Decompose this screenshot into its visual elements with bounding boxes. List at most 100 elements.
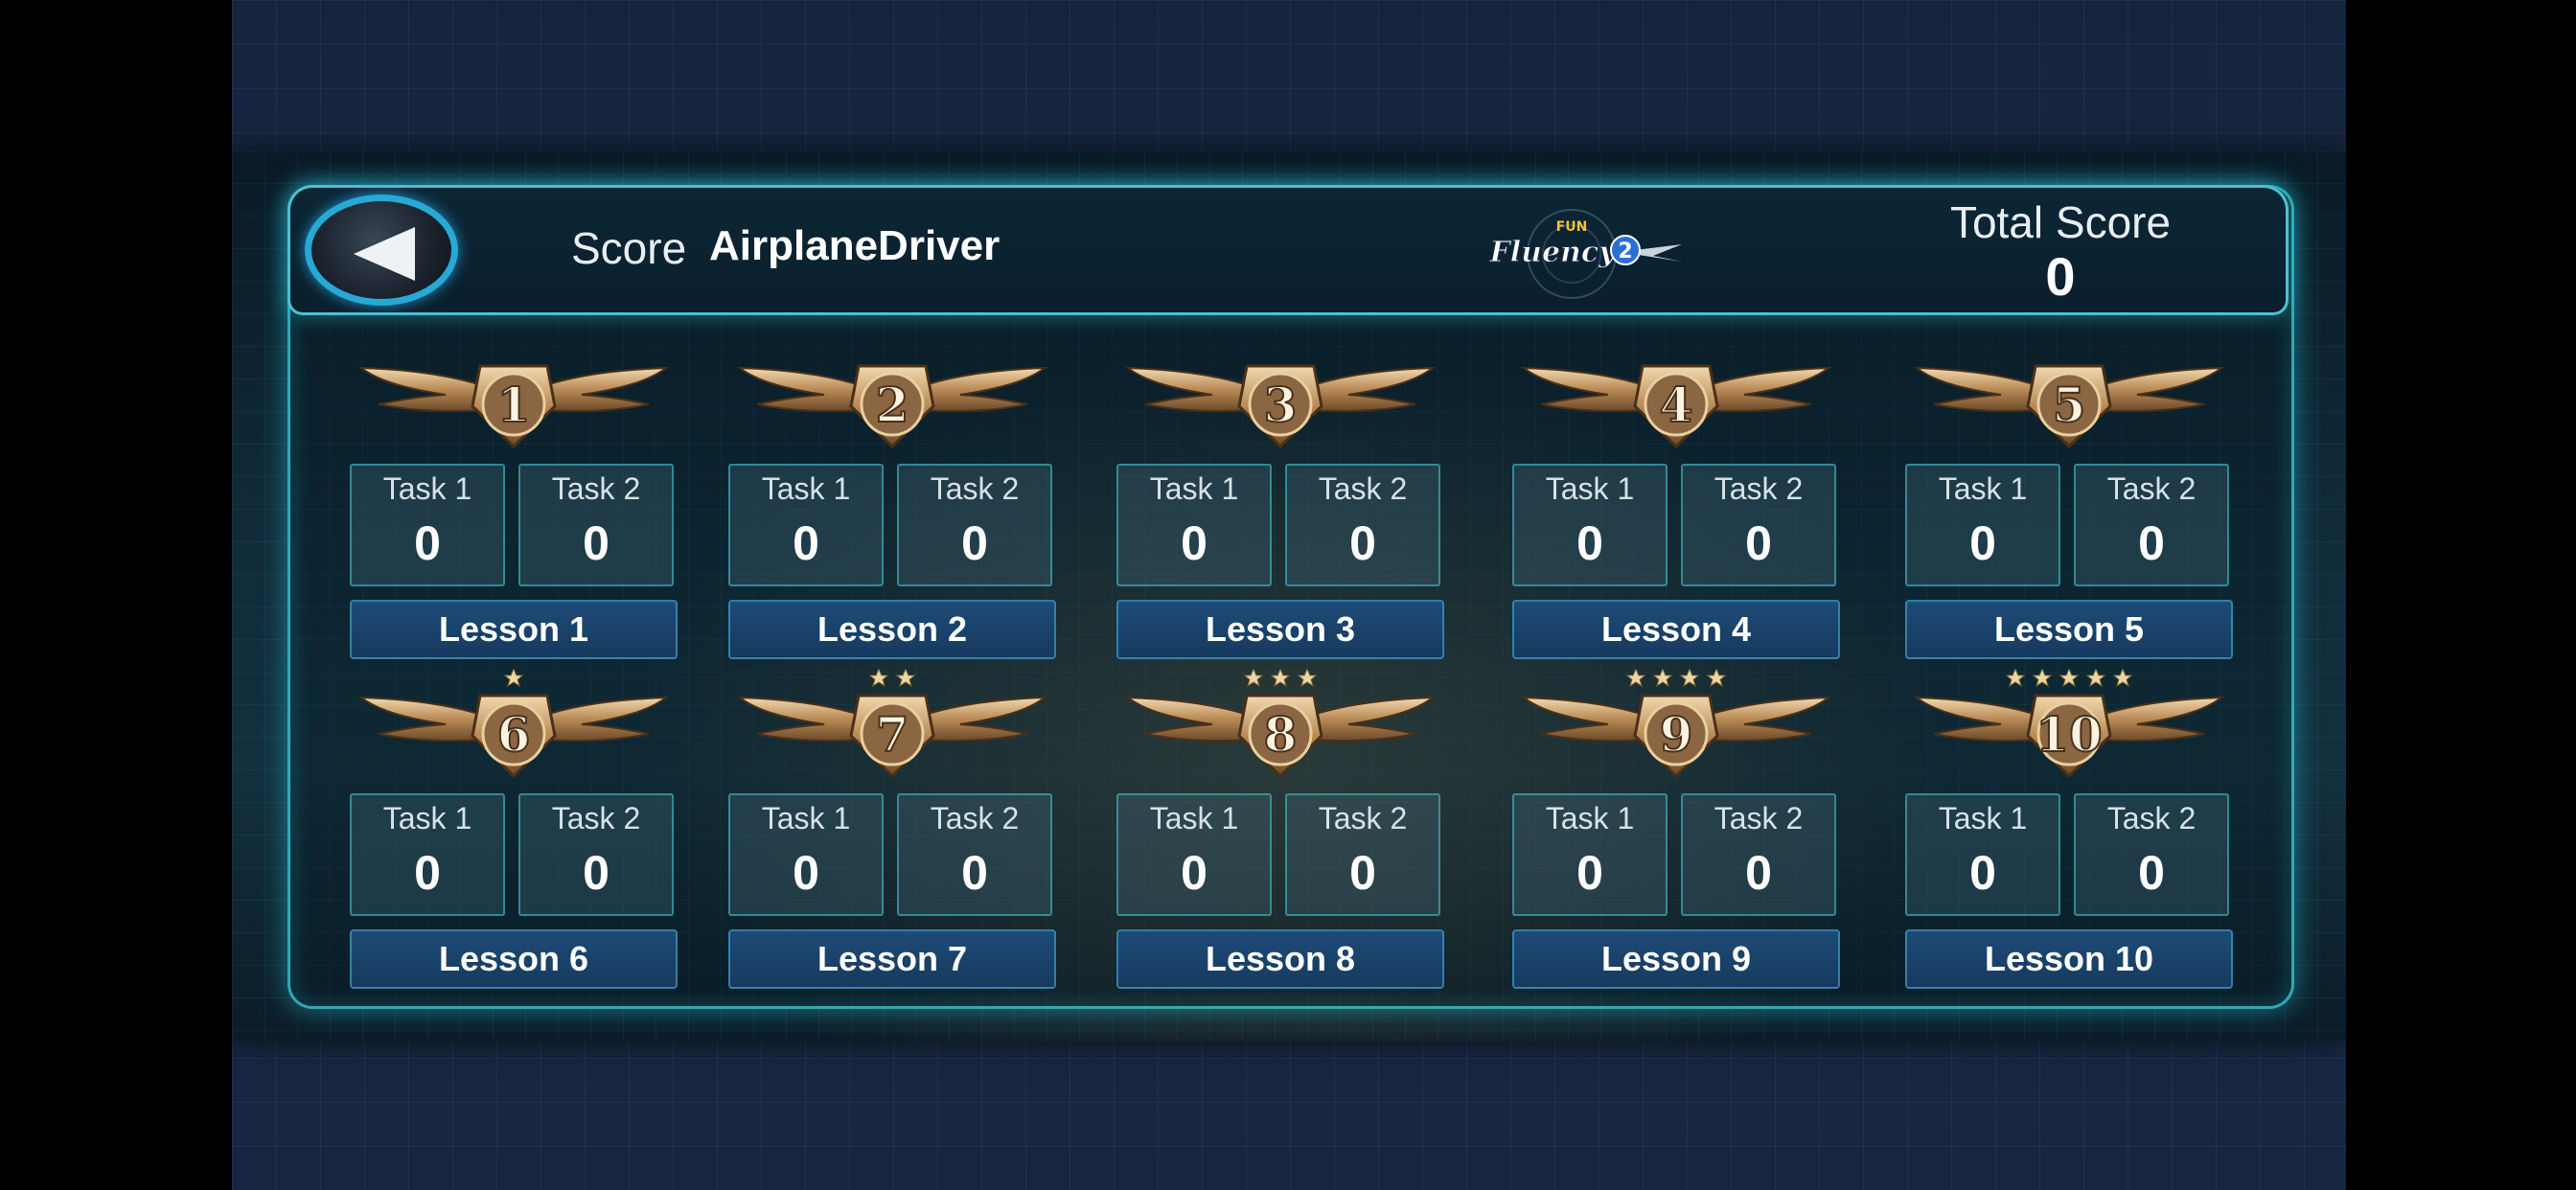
task-1-score-box: Task 1 0 <box>728 793 884 916</box>
winged-rank-badge-icon: 8 <box>1124 669 1437 779</box>
lesson-card[interactable]: 6 Task 1 0 Task 2 0 Lesson 6 <box>350 669 678 989</box>
task-1-score: 0 <box>793 846 819 900</box>
task-2-score: 0 <box>2138 516 2165 570</box>
lesson-button[interactable]: Lesson 8 <box>1116 929 1444 989</box>
badge-number: 6 <box>497 706 531 763</box>
task-1-label: Task 1 <box>1938 801 2028 835</box>
task-1-label: Task 1 <box>1149 801 1239 835</box>
lesson-button[interactable]: Lesson 7 <box>728 929 1056 989</box>
task-2-label: Task 2 <box>930 471 1020 506</box>
task-2-score-box: Task 2 0 <box>1285 793 1440 916</box>
lesson-card[interactable]: 5 Task 1 0 Task 2 0 Lesson 5 <box>1905 339 2233 659</box>
total-score-label: Total Score <box>1949 197 2172 247</box>
task-1-label: Task 1 <box>1938 471 2028 506</box>
task-1-score-box: Task 1 0 <box>1512 793 1668 916</box>
lesson-button[interactable]: Lesson 1 <box>350 600 678 659</box>
lesson-button[interactable]: Lesson 2 <box>728 600 1056 659</box>
task-2-label: Task 2 <box>1714 471 1804 506</box>
task-2-label: Task 2 <box>551 471 641 506</box>
lesson-button[interactable]: Lesson 5 <box>1905 600 2233 659</box>
task-1-score: 0 <box>1181 846 1208 900</box>
star-icon <box>2005 669 2026 688</box>
task-1-score: 0 <box>1969 846 1996 900</box>
task-1-score: 0 <box>414 846 441 900</box>
lesson-card[interactable]: 1 Task 1 0 Task 2 0 Lesson 1 <box>350 339 678 659</box>
task-2-label: Task 2 <box>1714 801 1804 835</box>
badge-number: 7 <box>876 706 909 763</box>
badge-number: 5 <box>2053 377 2086 433</box>
lesson-button[interactable]: Lesson 4 <box>1512 600 1840 659</box>
lesson-card[interactable]: 9 Task 1 0 Task 2 0 Lesson 9 <box>1512 669 1840 989</box>
task-2-score-box: Task 2 0 <box>897 793 1052 916</box>
logo-fluency-text: Fluency <box>1488 236 1618 269</box>
total-score-value: 0 <box>2045 246 2076 307</box>
star-icon <box>1652 669 1673 688</box>
task-2-score: 0 <box>1349 516 1376 570</box>
star-icon <box>2085 669 2106 688</box>
logo-number: 2 <box>1618 240 1632 263</box>
lesson-card[interactable]: 2 Task 1 0 Task 2 0 Lesson 2 <box>728 339 1056 659</box>
task-2-score-box: Task 2 0 <box>1681 464 1836 586</box>
back-button[interactable] <box>305 195 458 306</box>
task-2-score-box: Task 2 0 <box>1285 464 1440 586</box>
lesson-card[interactable]: 7 Task 1 0 Task 2 0 Lesson 7 <box>728 669 1056 989</box>
task-1-label: Task 1 <box>1149 471 1239 506</box>
lesson-card[interactable]: 10 Task 1 0 Task 2 0 Lesson 10 <box>1905 669 2233 989</box>
lesson-button[interactable]: Lesson 3 <box>1116 600 1444 659</box>
back-arrow-icon <box>354 227 415 281</box>
star-icon <box>868 669 889 688</box>
badge-number: 2 <box>876 377 909 433</box>
logo-fun-text: FUN <box>1556 219 1588 235</box>
lesson-button[interactable]: Lesson 10 <box>1905 929 2233 989</box>
task-1-label: Task 1 <box>1545 471 1635 506</box>
task-2-score-box: Task 2 0 <box>518 793 674 916</box>
task-2-score-box: Task 2 0 <box>2074 464 2229 586</box>
lesson-card[interactable]: 4 Task 1 0 Task 2 0 Lesson 4 <box>1512 339 1840 659</box>
badge-number: 1 <box>497 377 531 433</box>
winged-rank-badge-icon: 6 <box>357 669 670 779</box>
star-icon <box>895 669 916 688</box>
task-1-label: Task 1 <box>1545 801 1635 835</box>
badge-number: 10 <box>2036 706 2103 763</box>
task-2-label: Task 2 <box>551 801 641 835</box>
star-icon <box>2058 669 2080 688</box>
task-2-label: Task 2 <box>1318 801 1408 835</box>
task-1-score: 0 <box>414 516 441 570</box>
task-1-score-box: Task 1 0 <box>728 464 884 586</box>
task-2-label: Task 2 <box>2106 801 2196 835</box>
star-icon <box>2112 669 2133 688</box>
winged-rank-badge-icon: 5 <box>1913 364 2225 449</box>
lesson-button[interactable]: Lesson 6 <box>350 929 678 989</box>
winged-rank-badge-icon: 3 <box>1124 364 1437 449</box>
star-icon <box>2032 669 2053 688</box>
score-label: Score <box>571 223 687 273</box>
task-2-score: 0 <box>961 516 988 570</box>
task-1-score: 0 <box>1576 846 1603 900</box>
task-1-label: Task 1 <box>761 801 851 835</box>
winged-rank-badge-icon: 10 <box>1913 669 2225 779</box>
task-1-score-box: Task 1 0 <box>350 464 505 586</box>
task-2-score-box: Task 2 0 <box>2074 793 2229 916</box>
task-1-label: Task 1 <box>761 471 851 506</box>
task-1-score-box: Task 1 0 <box>1116 464 1272 586</box>
task-2-score: 0 <box>1745 516 1772 570</box>
badge-number: 8 <box>1264 706 1298 763</box>
star-icon <box>1679 669 1700 688</box>
star-icon <box>1625 669 1646 688</box>
task-1-score-box: Task 1 0 <box>1905 464 2060 586</box>
task-2-score: 0 <box>2138 846 2165 900</box>
lesson-button[interactable]: Lesson 9 <box>1512 929 1840 989</box>
lesson-card[interactable]: 3 Task 1 0 Task 2 0 Lesson 3 <box>1116 339 1444 659</box>
star-icon <box>1243 669 1264 688</box>
task-2-score: 0 <box>583 846 610 900</box>
fun-fluency-logo: FUN Fluency 2 <box>1488 209 1682 299</box>
task-2-score: 0 <box>1349 846 1376 900</box>
task-1-score-box: Task 1 0 <box>1512 464 1668 586</box>
lesson-card[interactable]: 8 Task 1 0 Task 2 0 Lesson 8 <box>1116 669 1444 989</box>
task-2-label: Task 2 <box>1318 471 1408 506</box>
star-icon <box>503 669 524 688</box>
winged-rank-badge-icon: 7 <box>736 669 1048 779</box>
badge-number: 3 <box>1264 377 1298 433</box>
winged-rank-badge-icon: 2 <box>736 364 1048 449</box>
task-2-score-box: Task 2 0 <box>897 464 1052 586</box>
